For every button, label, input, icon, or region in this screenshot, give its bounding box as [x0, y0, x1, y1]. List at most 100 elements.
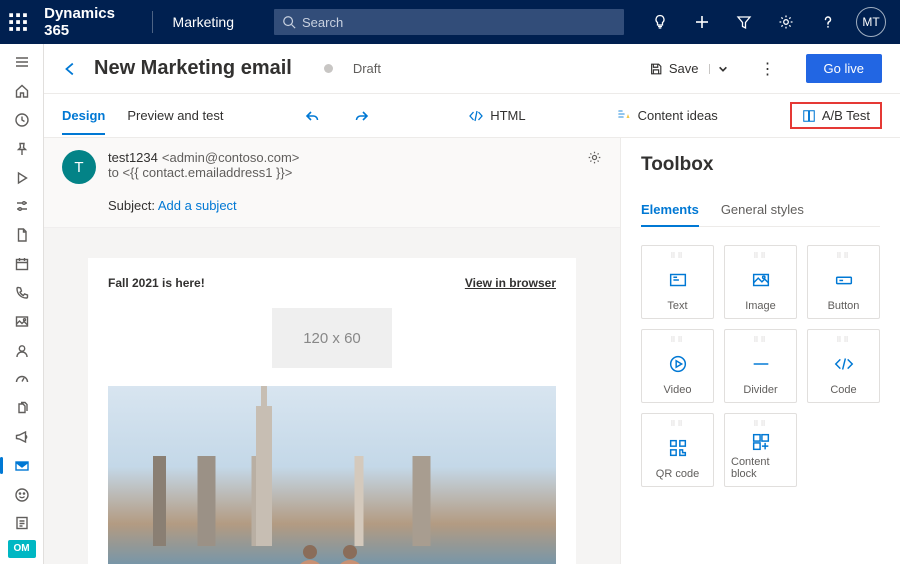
gauge-icon[interactable]	[4, 367, 40, 392]
headline-text: Fall 2021 is here!	[108, 276, 205, 290]
hamburger-icon[interactable]	[4, 50, 40, 75]
element-label: Code	[830, 384, 856, 396]
toolbox-title: Toolbox	[641, 154, 880, 176]
save-button[interactable]: Save	[641, 55, 736, 82]
subject-input[interactable]: Add a subject	[158, 198, 237, 213]
grip-icon: ⠿⠿	[670, 336, 684, 344]
button-icon	[833, 260, 855, 300]
page-header: New Marketing email Draft Save ⋮ Go live	[44, 44, 900, 94]
sender-avatar: T	[62, 150, 96, 184]
toolbox-panel: Toolbox Elements General styles ⠿⠿ Text …	[620, 138, 900, 564]
element-label: Content block	[731, 456, 790, 480]
content-block-icon	[750, 428, 772, 456]
to-address: <{{ contact.emailaddress1 }}>	[122, 165, 292, 180]
tab-design[interactable]: Design	[62, 98, 105, 135]
emoji-icon[interactable]	[4, 482, 40, 507]
play-icon[interactable]	[4, 165, 40, 190]
help-icon[interactable]	[808, 0, 848, 44]
grip-icon: ⠿⠿	[753, 420, 767, 428]
toolbox-tab-elements[interactable]: Elements	[641, 194, 699, 227]
element-label: Text	[667, 300, 687, 312]
content-ideas-button[interactable]: Content ideas	[608, 104, 726, 128]
save-chevron[interactable]	[709, 64, 728, 74]
html-button[interactable]: HTML	[460, 104, 533, 128]
grip-icon: ⠿⠿	[670, 420, 684, 428]
email-canvas[interactable]: Fall 2021 is here! View in browser 120 x…	[88, 258, 576, 564]
html-label: HTML	[490, 108, 525, 123]
element-button[interactable]: ⠿⠿ Button	[807, 245, 880, 319]
logo-placeholder[interactable]: 120 x 60	[272, 308, 392, 368]
grip-icon: ⠿⠿	[753, 336, 767, 344]
golive-button[interactable]: Go live	[806, 54, 882, 83]
back-button[interactable]	[62, 60, 80, 78]
image-icon	[750, 260, 772, 300]
undo-button[interactable]	[298, 104, 326, 128]
from-address: <admin@contoso.com>	[162, 150, 300, 165]
tab-preview[interactable]: Preview and test	[127, 98, 223, 133]
email-settings-button[interactable]	[587, 150, 602, 168]
plus-icon[interactable]	[682, 0, 722, 44]
element-label: Image	[745, 300, 776, 312]
to-label: to	[108, 165, 119, 180]
image-icon[interactable]	[4, 309, 40, 334]
abtest-button[interactable]: A/B Test	[790, 102, 882, 129]
person-icon[interactable]	[4, 338, 40, 363]
more-button[interactable]: ⋮	[750, 59, 786, 79]
save-label: Save	[669, 61, 699, 76]
document-icon[interactable]	[4, 223, 40, 248]
form-icon[interactable]	[4, 511, 40, 536]
email-header: T test1234 <admin@contoso.com> to <{{ co…	[44, 138, 620, 194]
user-avatar[interactable]: MT	[856, 7, 886, 37]
element-label: Divider	[743, 384, 777, 396]
app-launcher-icon[interactable]	[8, 11, 28, 33]
view-in-browser-link[interactable]: View in browser	[465, 276, 556, 290]
hero-image[interactable]	[108, 386, 556, 564]
element-image[interactable]: ⠿⠿ Image	[724, 245, 797, 319]
files-icon[interactable]	[4, 396, 40, 421]
element-video[interactable]: ⠿⠿ Video	[641, 329, 714, 403]
settings-icon[interactable]	[4, 194, 40, 219]
video-icon	[667, 344, 689, 384]
om-badge[interactable]: OM	[8, 540, 36, 558]
app-name[interactable]: Marketing	[161, 14, 246, 30]
element-code[interactable]: ⠿⠿ Code	[807, 329, 880, 403]
brand-label: Dynamics 365	[36, 5, 144, 39]
element-label: Video	[664, 384, 692, 396]
status-dot-icon	[324, 64, 333, 73]
search-input[interactable]: Search	[274, 9, 624, 35]
element-qrcode[interactable]: ⠿⠿ QR code	[641, 413, 714, 487]
lightbulb-icon[interactable]	[640, 0, 680, 44]
from-name: test1234	[108, 150, 158, 165]
grip-icon: ⠿⠿	[836, 336, 850, 344]
subject-label: Subject:	[108, 198, 155, 213]
mail-icon[interactable]	[4, 453, 40, 478]
clock-icon[interactable]	[4, 108, 40, 133]
grip-icon: ⠿⠿	[753, 252, 767, 260]
gear-icon[interactable]	[766, 0, 806, 44]
topbar: Dynamics 365 Marketing Search MT	[0, 0, 900, 44]
element-label: QR code	[656, 468, 699, 480]
pin-icon[interactable]	[4, 136, 40, 161]
grip-icon: ⠿⠿	[670, 252, 684, 260]
phone-icon[interactable]	[4, 281, 40, 306]
redo-button[interactable]	[348, 104, 376, 128]
left-rail: OM	[0, 44, 44, 564]
divider-icon	[750, 344, 772, 384]
filter-icon[interactable]	[724, 0, 764, 44]
status-label: Draft	[353, 61, 381, 76]
text-icon	[667, 260, 689, 300]
grip-icon: ⠿⠿	[836, 252, 850, 260]
home-icon[interactable]	[4, 79, 40, 104]
code-icon	[833, 344, 855, 384]
toolbox-tab-general[interactable]: General styles	[721, 194, 804, 226]
search-placeholder: Search	[302, 15, 343, 30]
editor-tabs: Design Preview and test HTML Content ide…	[44, 94, 900, 138]
element-content-block[interactable]: ⠿⠿ Content block	[724, 413, 797, 487]
qrcode-icon	[667, 428, 689, 468]
content-ideas-label: Content ideas	[638, 108, 718, 123]
page-title: New Marketing email	[94, 57, 292, 80]
element-text[interactable]: ⠿⠿ Text	[641, 245, 714, 319]
element-divider[interactable]: ⠿⠿ Divider	[724, 329, 797, 403]
calendar-icon[interactable]	[4, 252, 40, 277]
megaphone-icon[interactable]	[4, 425, 40, 450]
